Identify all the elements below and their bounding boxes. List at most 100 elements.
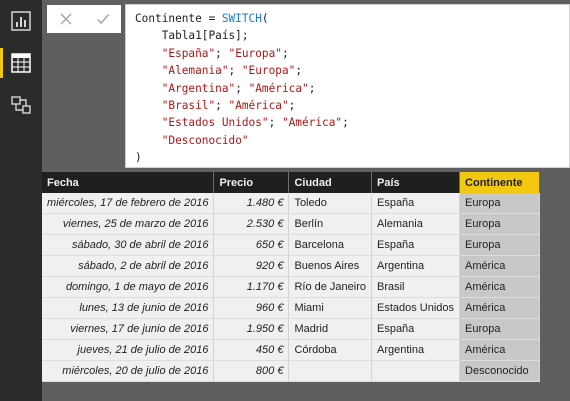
relationship-diagram-icon <box>10 94 32 116</box>
relationships-view-button[interactable] <box>0 84 42 126</box>
formula-string: "Europa" <box>228 46 282 60</box>
cell-ciudad: Berlín <box>288 213 372 235</box>
cell-ciudad: Madrid <box>288 318 372 340</box>
formula-string: "Desconocido" <box>161 133 249 147</box>
formula-string: "América" <box>248 81 309 95</box>
formula-indent <box>135 134 162 147</box>
cell-continente: Europa <box>459 234 541 256</box>
cell-continente: América <box>459 276 541 298</box>
cell-precio: 960 € <box>213 297 290 319</box>
cell-pais <box>371 360 461 382</box>
formula-separator: ; <box>342 116 349 130</box>
check-icon <box>91 7 115 31</box>
formula-indent <box>135 64 162 77</box>
cell-pais: España <box>371 318 461 340</box>
commit-formula-button[interactable] <box>91 7 115 31</box>
table-row: lunes, 13 de junio de 2016 960 € Miami Esta… <box>42 297 541 319</box>
cell-fecha: viernes, 25 de marzo de 2016 <box>42 213 215 235</box>
formula-separator: ; <box>268 116 282 130</box>
cell-fecha: miércoles, 20 de julio de 2016 <box>42 360 215 382</box>
table-row: jueves, 21 de julio de 2016 450 € Córdoba A… <box>42 339 541 361</box>
cell-continente: Europa <box>459 318 541 340</box>
table-row: sábado, 30 de abril de 2016 650 € Barcelon… <box>42 234 541 256</box>
formula-string: "Alemania" <box>161 64 229 78</box>
bar-chart-icon <box>10 10 32 32</box>
cell-ciudad <box>288 360 372 382</box>
table-header-row: Fecha Precio Ciudad País Continente <box>42 172 541 193</box>
cell-ciudad: Río de Janeiro <box>288 276 372 298</box>
table-row: sábado, 2 de abril de 2016 920 € Buenos Ai… <box>42 255 541 277</box>
cell-continente: Desconocido <box>459 360 541 382</box>
cell-ciudad: Buenos Aires <box>288 255 372 277</box>
cell-ciudad: Córdoba <box>288 339 372 361</box>
formula-string: "Argentina" <box>161 81 236 95</box>
table-row: viernes, 17 de junio de 2016 1.950 € Madri… <box>42 318 541 340</box>
cell-fecha: sábado, 2 de abril de 2016 <box>42 255 215 277</box>
cell-fecha: lunes, 13 de junio de 2016 <box>42 297 215 319</box>
formula-separator: ; <box>281 46 289 60</box>
formula-text: Continente = <box>135 12 222 25</box>
formula-indent <box>135 99 162 112</box>
formula-string: "España" <box>161 46 216 60</box>
formula-reference: Tabla1[País]; <box>135 29 249 43</box>
cell-continente: América <box>459 297 541 319</box>
left-navigation-rail <box>0 0 42 401</box>
formula-string: "Brasil" <box>161 99 216 113</box>
formula-separator: ; <box>228 64 242 78</box>
cell-continente: Europa <box>459 193 541 214</box>
cancel-formula-button[interactable] <box>54 7 78 31</box>
column-header-ciudad[interactable]: Ciudad <box>288 172 372 193</box>
formula-separator: ; <box>288 99 296 113</box>
cell-precio: 650 € <box>213 234 290 256</box>
cell-pais: Argentina <box>371 255 461 277</box>
formula-paren: ( <box>261 12 269 25</box>
cell-precio: 920 € <box>213 255 290 277</box>
formula-function: SWITCH <box>221 12 262 25</box>
formula-separator: ; <box>215 46 229 60</box>
cell-pais: Alemania <box>371 213 461 235</box>
cell-precio: 800 € <box>213 360 290 382</box>
report-view-button[interactable] <box>0 0 42 42</box>
cell-ciudad: Miami <box>288 297 372 319</box>
formula-separator: ; <box>308 81 316 95</box>
cell-continente: América <box>459 255 541 277</box>
formula-editor[interactable]: Continente = SWITCH( Tabla1[País]; "Espa… <box>125 4 570 168</box>
cell-fecha: sábado, 30 de abril de 2016 <box>42 234 215 256</box>
cell-ciudad: Barcelona <box>288 234 372 256</box>
cell-fecha: jueves, 21 de julio de 2016 <box>42 339 215 361</box>
cell-precio: 1.170 € <box>213 276 290 298</box>
cell-continente: América <box>459 339 541 361</box>
cell-pais: España <box>371 234 461 256</box>
close-icon <box>54 7 78 31</box>
table-grid-icon <box>10 52 32 74</box>
formula-separator: ; <box>295 64 302 78</box>
data-table: Fecha Precio Ciudad País Continente miér… <box>42 172 541 382</box>
table-row: miércoles, 20 de julio de 2016 800 € Desco… <box>42 360 541 382</box>
table-row: domingo, 1 de mayo de 2016 1.170 € Río de … <box>42 276 541 298</box>
formula-string: "América" <box>228 99 289 113</box>
formula-string: "Estados Unidos" <box>161 116 269 130</box>
cell-precio: 450 € <box>213 339 290 361</box>
cell-precio: 1.480 € <box>213 193 290 214</box>
formula-indent <box>135 82 162 95</box>
formula-indent <box>135 47 162 60</box>
cell-continente: Europa <box>459 213 541 235</box>
formula-string: "América" <box>281 116 343 130</box>
cell-pais: Estados Unidos <box>371 297 461 319</box>
formula-string: "Europa" <box>241 64 296 78</box>
column-header-continente[interactable]: Continente <box>459 172 541 193</box>
cell-fecha: miércoles, 17 de febrero de 2016 <box>42 193 215 214</box>
column-header-pais[interactable]: País <box>371 172 461 193</box>
formula-indent <box>135 116 162 129</box>
column-header-precio[interactable]: Precio <box>213 172 290 193</box>
formula-separator: ; <box>235 81 249 95</box>
column-header-fecha[interactable]: Fecha <box>42 172 215 193</box>
table-row: viernes, 25 de marzo de 2016 2.530 € Berlí… <box>42 213 541 235</box>
table-row: miércoles, 17 de febrero de 2016 1.480 € T… <box>42 193 541 214</box>
cell-fecha: viernes, 17 de junio de 2016 <box>42 318 215 340</box>
cell-pais: Argentina <box>371 339 461 361</box>
cell-precio: 1.950 € <box>213 318 290 340</box>
formula-actions <box>47 5 121 33</box>
data-view-button[interactable] <box>0 42 42 84</box>
cell-fecha: domingo, 1 de mayo de 2016 <box>42 276 215 298</box>
